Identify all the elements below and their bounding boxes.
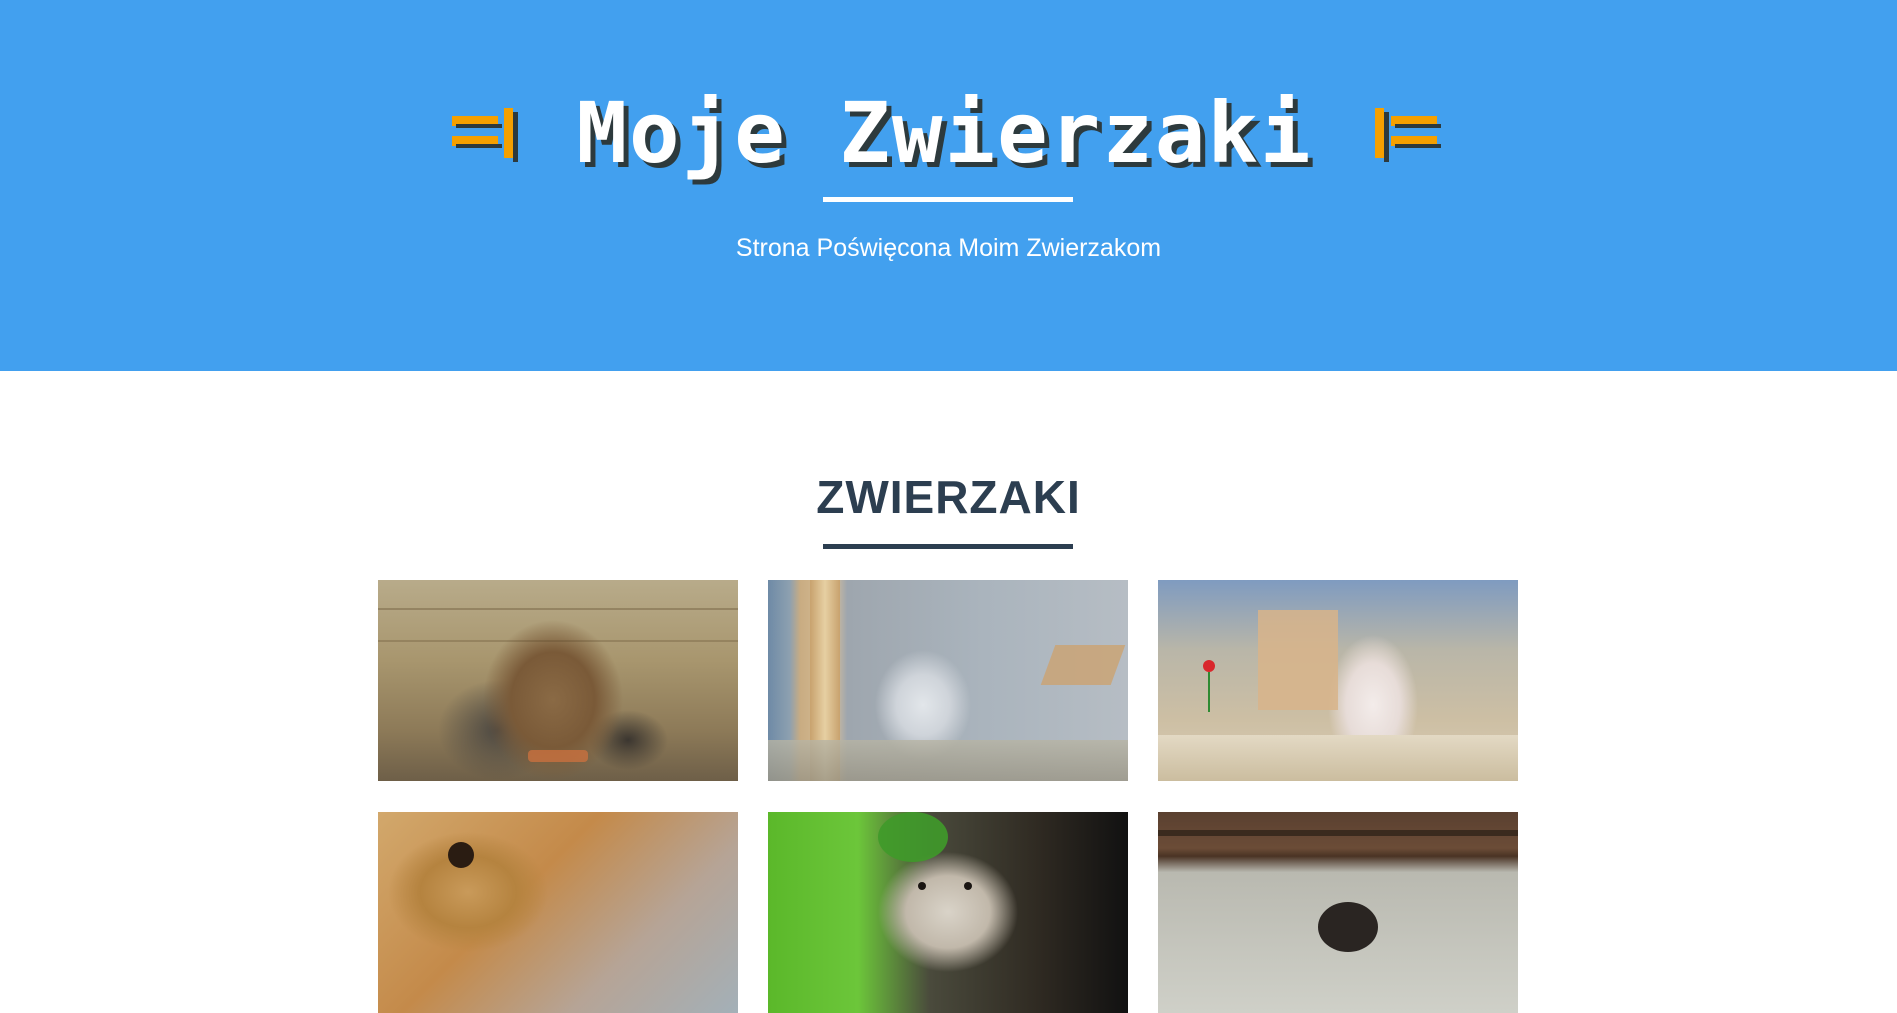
gallery-item-6[interactable] (1158, 812, 1518, 1013)
right-bracket-decoration (1365, 98, 1445, 168)
section-divider (823, 544, 1073, 549)
gallery-item-3[interactable] (1158, 580, 1518, 781)
gallery-item-1[interactable] (378, 580, 738, 781)
hero-header: Moje Zwierzaki Strona Poświęcona Moim Zw… (0, 0, 1897, 371)
site-title: Moje Zwierzaki (576, 84, 1313, 182)
gallery-item-2[interactable] (768, 580, 1128, 781)
hero-title-row: Moje Zwierzaki (0, 88, 1897, 178)
gallery-item-5[interactable] (768, 812, 1128, 1013)
gallery-item-4[interactable] (378, 812, 738, 1013)
site-subtitle: Strona Poświęcona Moim Zwierzakom (735, 234, 1162, 262)
left-bracket-decoration (452, 98, 532, 168)
section-title: ZWIERZAKI (816, 471, 1081, 523)
hero-divider (823, 197, 1073, 202)
